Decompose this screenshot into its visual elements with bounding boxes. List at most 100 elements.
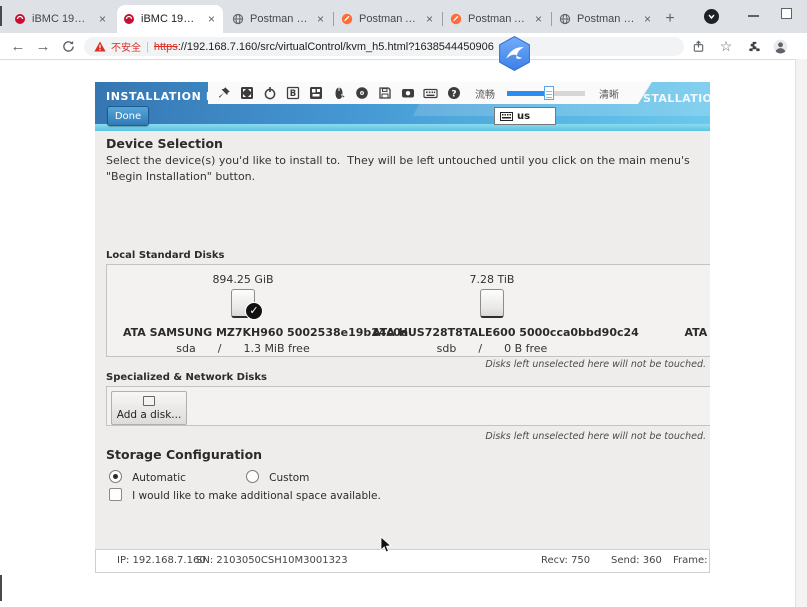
address-bar[interactable]: 不安全 | https://192.168.7.160/src/virtualC… (84, 37, 684, 56)
disk-sda[interactable]: 894.25 GiB ✓ ATA SAMSUNG MZ7KH960 500253… (123, 273, 363, 355)
local-disks-panel: 894.25 GiB ✓ ATA SAMSUNG MZ7KH960 500253… (106, 264, 710, 357)
record-icon[interactable] (400, 86, 415, 101)
extensions-puzzle-icon[interactable] (744, 36, 764, 56)
radio-automatic-label: Automatic (132, 472, 186, 484)
add-disk-icon (143, 396, 155, 406)
tab-title: Postman API Platfo (359, 13, 418, 25)
hotkeys-icon[interactable] (308, 86, 323, 101)
browser-tabstrip: iBMC 192.168.7.16 × iBMC 192.168.7.16 × … (0, 0, 807, 33)
hexagon-bird-app-icon[interactable] (496, 35, 533, 72)
installer-body: Device Selection Select the device(s) yo… (95, 131, 710, 549)
unselected-note: Disks left unselected here will not be t… (485, 431, 706, 442)
additional-space-row: I would like to make additional space av… (109, 484, 381, 503)
globe-icon (232, 13, 244, 25)
status-ip: IP: 192.168.7.160 (117, 555, 206, 566)
tab-close-icon[interactable]: × (315, 12, 326, 26)
svg-text:?: ? (451, 89, 456, 99)
screen: iBMC 192.168.7.16 × iBMC 192.168.7.16 × … (0, 0, 807, 607)
keyboard-icon (500, 112, 513, 121)
disk-sdb[interactable]: 7.28 TiB ATA HUS728T8TALE600 5000cca0bbd… (372, 273, 612, 355)
mouse-cursor (380, 536, 392, 554)
tab-postman-api-1[interactable]: Postman API Platfo × (335, 5, 441, 33)
tab-title: Postman - Browse (250, 13, 309, 25)
new-tab-button[interactable]: + (658, 7, 682, 31)
radio-automatic[interactable] (109, 470, 122, 483)
pin-icon[interactable] (216, 86, 231, 101)
drive-icon (480, 289, 504, 318)
kvm-toolbar: B ? 流畅 清晰 (208, 82, 652, 104)
ibmc-icon (123, 13, 135, 25)
disk-slash: / (218, 342, 222, 355)
unselected-note: Disks left unselected here will not be t… (485, 359, 706, 370)
warning-triangle-icon (94, 41, 106, 52)
tab-close-icon[interactable]: × (424, 12, 435, 26)
tab-close-icon[interactable]: × (97, 12, 108, 26)
disk-dev: sdb (437, 342, 457, 355)
kvm-viewport: INSTALLATION DEST STALLATION Done us B ?… (95, 82, 710, 573)
profile-avatar[interactable] (770, 36, 790, 56)
window-maximize-button[interactable] (781, 8, 792, 19)
tab-close-icon[interactable]: × (533, 12, 544, 26)
additional-space-checkbox[interactable] (109, 488, 122, 501)
floppy-icon[interactable] (377, 86, 392, 101)
browser-update-icon[interactable] (704, 9, 719, 24)
disk-free: 0 B free (504, 342, 547, 355)
ibmc-icon (14, 13, 26, 25)
header-cyan-band (95, 124, 710, 131)
reload-icon[interactable] (58, 36, 78, 56)
key-b-icon[interactable]: B (285, 86, 300, 101)
url-scheme: https (154, 41, 178, 53)
quality-smooth-label: 流畅 (475, 86, 495, 101)
cd-icon[interactable] (354, 86, 369, 101)
status-frame: Frame: 30 (673, 555, 710, 566)
security-warning-label: 不安全 (111, 39, 141, 54)
back-icon[interactable]: ← (8, 36, 28, 56)
installer-title-right-fragment: STALLATION (643, 92, 710, 105)
page-scrollbar[interactable] (795, 59, 807, 607)
help-icon[interactable]: ? (446, 86, 461, 101)
tab-ibmc-2-active[interactable]: iBMC 192.168.7.16 × (117, 5, 223, 33)
selected-check-icon: ✓ (245, 302, 263, 320)
status-send: Send: 360 (611, 555, 662, 566)
disk-size: 7.28 TiB (372, 273, 612, 286)
fullscreen-icon[interactable] (239, 86, 254, 101)
bookmark-star-icon[interactable]: ☆ (716, 36, 736, 56)
quality-slider[interactable] (507, 86, 585, 100)
tab-postman-api-2[interactable]: Postman API Platfo × (444, 5, 550, 33)
window-minimize-button[interactable] (748, 15, 759, 17)
add-disk-button[interactable]: Add a disk... (111, 391, 187, 425)
keyboard-layout-indicator[interactable]: us (494, 107, 556, 125)
disk-size: 894.25 GiB (123, 273, 363, 286)
radio-custom[interactable] (246, 470, 259, 483)
status-recv: Recv: 750 (541, 555, 590, 566)
slider-fill (507, 91, 548, 96)
share-icon[interactable] (688, 36, 708, 56)
svg-text:B: B (289, 89, 295, 99)
local-disks-label: Local Standard Disks (106, 250, 224, 261)
mouse-icon[interactable] (331, 86, 346, 101)
tab-ibmc-1[interactable]: iBMC 192.168.7.16 × (8, 5, 114, 33)
disk-dev-row: sdc (621, 342, 710, 355)
tab-postman-browser-1[interactable]: Postman - Browse × (226, 5, 332, 33)
disk-size: 7 (621, 273, 710, 286)
radio-custom-label: Custom (269, 472, 309, 484)
device-selection-title: Device Selection (106, 136, 223, 151)
tab-close-icon[interactable]: × (642, 12, 653, 26)
tab-title: iBMC 192.168.7.16 (32, 13, 91, 25)
slider-handle[interactable] (544, 86, 554, 100)
kvm-status-bar: IP: 192.168.7.160 SN: 2103050CSH10M30013… (95, 549, 710, 573)
disk-sdc[interactable]: 7 ATA HUS728T8TAL sdc (621, 273, 710, 355)
done-button[interactable]: Done (107, 106, 149, 126)
storage-config-title: Storage Configuration (106, 447, 262, 462)
disk-name: ATA SAMSUNG MZ7KH960 5002538e19b24c0a (123, 326, 363, 339)
url-text: https://192.168.7.160/src/virtualControl… (154, 41, 494, 53)
network-disks-panel: Add a disk... (106, 386, 710, 426)
tab-title: Postman API Platfo (468, 13, 527, 25)
disk-dev-row: sda / 1.3 MiB free (123, 342, 363, 355)
forward-icon[interactable]: → (33, 36, 53, 56)
edge-artifact (0, 575, 2, 601)
tab-postman-browser-2[interactable]: Postman - Browse × (553, 5, 659, 33)
soft-keyboard-icon[interactable] (423, 86, 438, 101)
tab-close-icon[interactable]: × (206, 12, 217, 26)
power-icon[interactable] (262, 86, 277, 101)
